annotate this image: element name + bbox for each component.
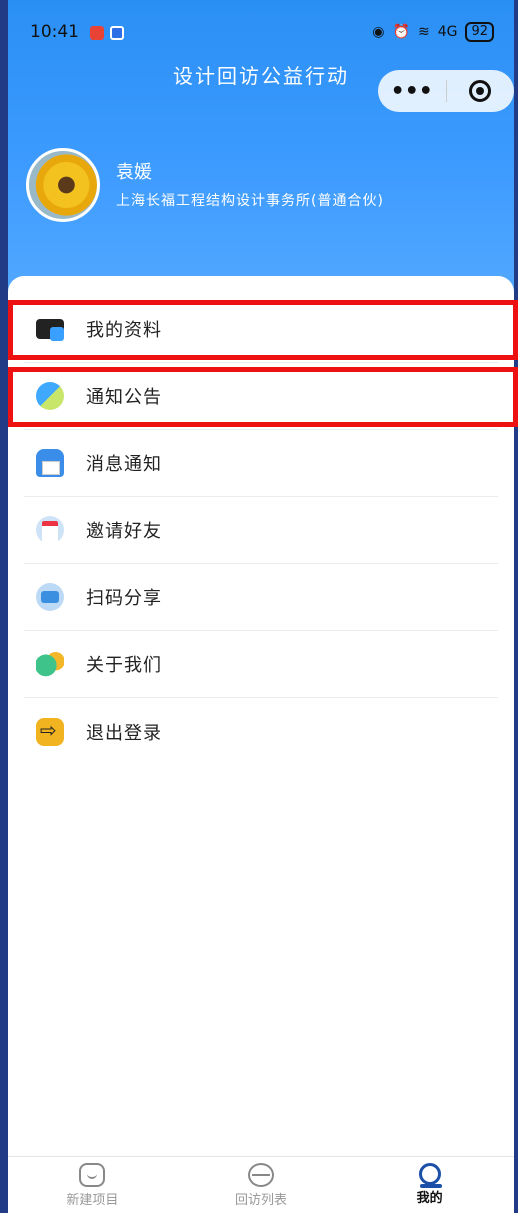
battery-icon: 92 — [465, 22, 494, 42]
menu-item-label: 我的资料 — [86, 320, 162, 341]
page-header: 10:41 ◉ ⏰ ≋ 4G 92 设计回访公益行动 ••• 袁媛 上海长福工程… — [8, 0, 514, 300]
menu-item-label: 消息通知 — [86, 454, 162, 475]
tab-visit-list[interactable]: 回访列表 — [177, 1157, 346, 1213]
menu-list: 我的资料 通知公告 消息通知 邀请好友 扫码分享 关于我们 退出登录 — [8, 296, 518, 765]
menu-item-label: 扫码分享 — [86, 588, 162, 609]
invite-icon — [36, 516, 64, 544]
menu-item-messages[interactable]: 消息通知 — [24, 430, 498, 497]
about-icon — [36, 650, 64, 678]
menu-item-label: 邀请好友 — [86, 521, 162, 542]
logout-icon — [36, 717, 64, 746]
menu-item-my-profile[interactable]: 我的资料 — [8, 296, 518, 363]
notification-app-icon — [110, 26, 124, 40]
tab-label: 我的 — [416, 1191, 443, 1206]
avatar[interactable] — [26, 148, 100, 222]
menu-card: 我的资料 通知公告 消息通知 邀请好友 扫码分享 关于我们 退出登录 — [8, 276, 518, 1156]
status-time: 10:41 — [30, 22, 79, 42]
menu-item-announcements[interactable]: 通知公告 — [8, 363, 518, 430]
more-options-button[interactable]: ••• — [378, 79, 446, 104]
visit-list-icon — [248, 1163, 274, 1187]
tab-label: 新建项目 — [66, 1193, 119, 1208]
notification-app-icon — [90, 26, 104, 40]
tab-mine[interactable]: 我的 — [345, 1157, 514, 1213]
new-project-icon — [79, 1163, 106, 1187]
tab-new-project[interactable]: 新建项目 — [8, 1157, 177, 1213]
highlight-box — [8, 300, 518, 360]
status-indicators: ◉ ⏰ ≋ 4G 92 — [372, 22, 494, 42]
tab-bar: 新建项目 回访列表 我的 — [8, 1156, 514, 1213]
menu-item-label: 通知公告 — [86, 387, 162, 408]
close-miniprogram-button[interactable] — [447, 80, 515, 102]
signal-icon: 4G — [437, 24, 458, 40]
mine-icon — [418, 1163, 442, 1188]
highlight-box — [8, 367, 518, 427]
profile-card-icon — [36, 319, 64, 341]
menu-item-logout[interactable]: 退出登录 — [24, 698, 498, 765]
user-name: 袁媛 — [116, 162, 152, 183]
menu-item-about-us[interactable]: 关于我们 — [24, 631, 498, 698]
eye-icon: ◉ — [372, 24, 385, 40]
target-icon — [469, 80, 492, 102]
wifi-icon: ≋ — [417, 24, 430, 40]
miniprogram-capsule: ••• — [378, 70, 514, 112]
menu-item-scan-share[interactable]: 扫码分享 — [24, 564, 498, 631]
status-bar: 10:41 ◉ ⏰ ≋ 4G 92 — [8, 18, 514, 48]
menu-item-label: 退出登录 — [86, 722, 162, 744]
message-icon — [36, 449, 64, 477]
alarm-icon: ⏰ — [392, 24, 410, 40]
tab-label: 回访列表 — [235, 1193, 288, 1208]
announcement-icon — [36, 382, 64, 410]
user-organization: 上海长福工程结构设计事务所(普通合伙) — [116, 193, 384, 209]
share-icon — [36, 583, 64, 611]
menu-item-label: 关于我们 — [86, 655, 162, 676]
menu-item-invite-friends[interactable]: 邀请好友 — [24, 497, 498, 564]
